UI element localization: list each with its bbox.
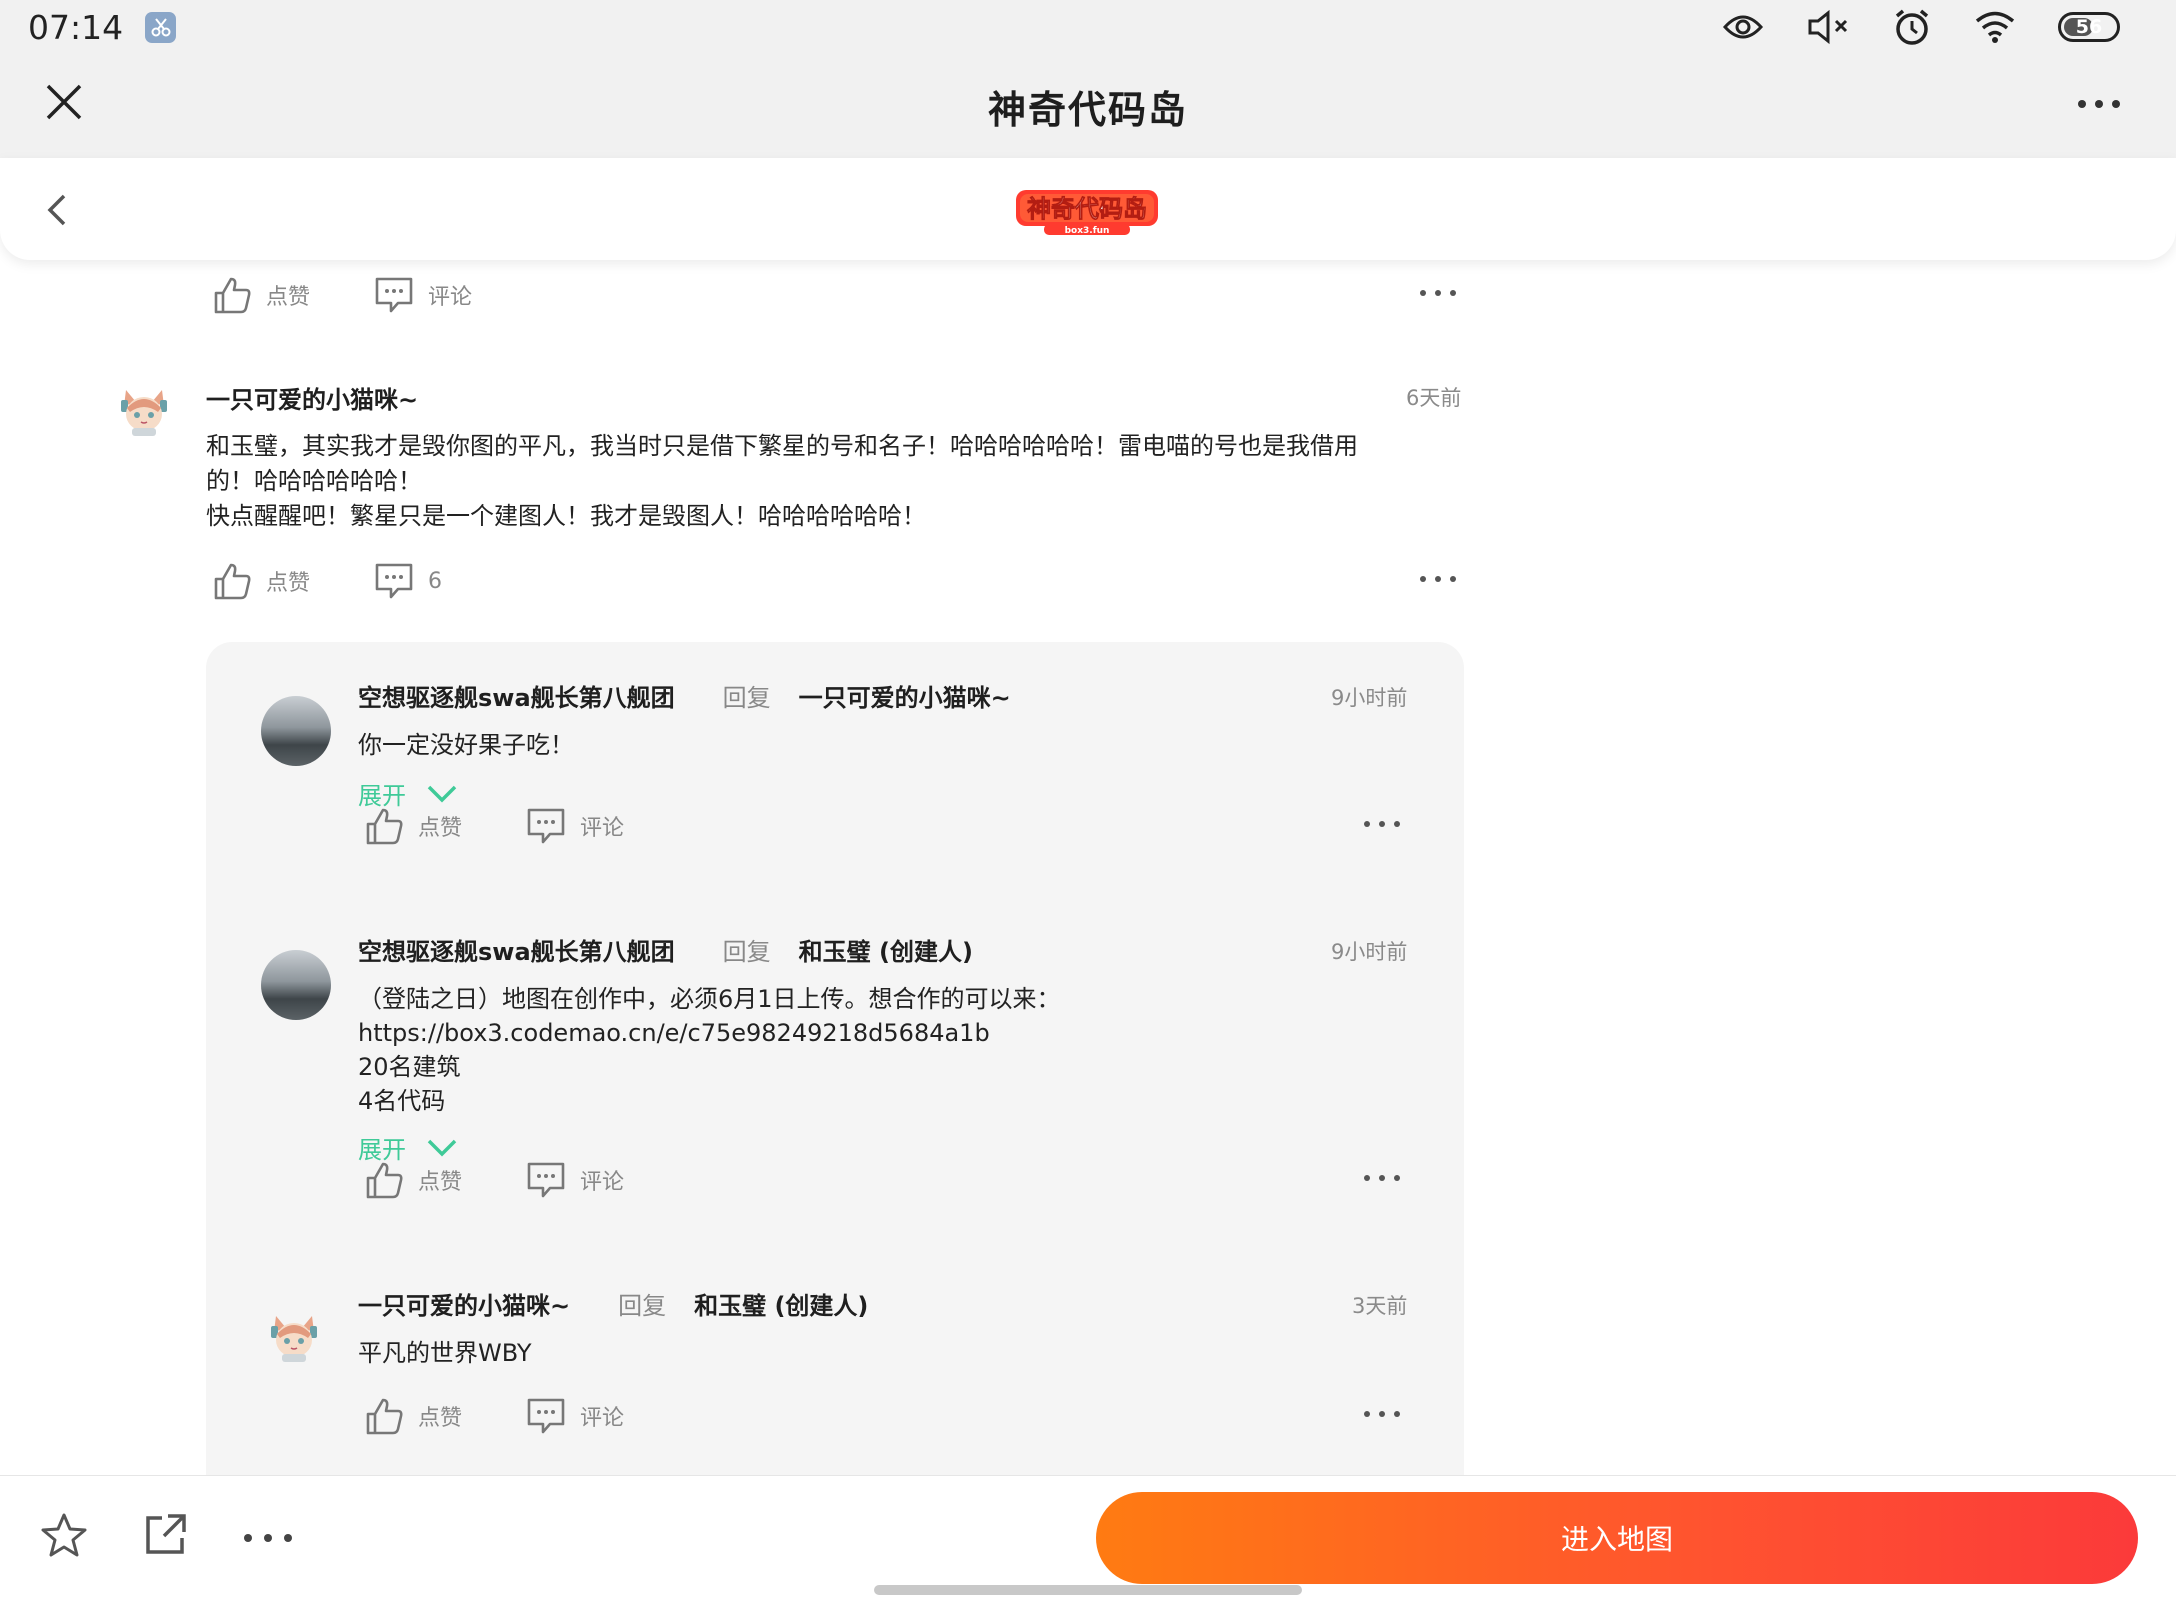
user-avatar[interactable]	[261, 696, 331, 766]
thumbs-up-icon	[366, 1162, 403, 1199]
reply-target[interactable]: 和玉璧 (创建人)	[799, 932, 973, 967]
reply-word: 回复	[722, 684, 771, 712]
comment-bubble-icon	[375, 277, 413, 313]
comment-text: 和玉璧，其实我才是毁你图的平凡，我当时只是借下繁星的号和名子！哈哈哈哈哈哈！雷电…	[206, 432, 1358, 530]
comment-bubble-icon	[375, 563, 413, 599]
box3-logo: 神奇代码岛 box3.fun	[1016, 190, 1158, 236]
reply-target[interactable]: 一只可爱的小猫咪~	[799, 678, 1011, 713]
status-time: 07:14	[28, 7, 124, 47]
like-button[interactable]: 点赞	[212, 561, 310, 601]
reply-time: 9小时前	[1331, 940, 1408, 964]
user-avatar[interactable]	[261, 950, 331, 1020]
like-label: 点赞	[418, 1406, 463, 1431]
like-label: 点赞	[266, 285, 311, 310]
reply-header: 空想驱逐舰swa舰长第八舰团 回复 一只可爱的小猫咪~	[358, 678, 1011, 713]
comment-time: 6天前	[1406, 386, 1462, 410]
reply-header: 空想驱逐舰swa舰长第八舰团 回复 和玉璧 (创建人)	[358, 932, 973, 967]
comment-label: 评论	[428, 285, 473, 310]
comment-label: 评论	[580, 1406, 625, 1431]
more-options-icon[interactable]	[1364, 821, 1400, 827]
chevron-down-icon	[427, 1139, 457, 1156]
star-icon[interactable]	[40, 1512, 88, 1558]
like-button[interactable]: 点赞	[364, 806, 462, 846]
reply-text: （登陆之日）地图在创作中，必须6月1日上传。想合作的可以来： https://b…	[358, 985, 1061, 1115]
more-options-icon[interactable]	[1420, 290, 1456, 296]
like-button[interactable]: 点赞	[364, 1160, 462, 1200]
reply-word: 回复	[722, 938, 771, 966]
comment-label: 评论	[580, 816, 625, 841]
more-options-icon[interactable]	[1364, 1175, 1400, 1181]
cat-avatar[interactable]	[268, 1310, 320, 1362]
wifi-icon	[1975, 11, 2015, 43]
like-label: 点赞	[266, 571, 311, 596]
thumbs-up-icon	[366, 1398, 403, 1435]
comment-author[interactable]: 一只可爱的小猫咪~	[206, 380, 418, 415]
nav-bar: 神奇代码岛 box3.fun	[0, 158, 2176, 260]
thumbs-up-icon	[214, 277, 251, 314]
like-label: 点赞	[418, 816, 463, 841]
bottom-bar: 进入地图	[0, 1475, 2176, 1600]
comment-feed[interactable]: 点赞 评论 一只可爱的小猫咪~ 6天前 和玉璧，其实我才是毁你图的平凡，我当时只…	[0, 260, 2176, 1475]
reply-panel: 空想驱逐舰swa舰长第八舰团 回复 一只可爱的小猫咪~ 9小时前 你一定没好果子…	[206, 642, 1464, 1475]
reply-actions: 点赞 评论	[364, 1160, 624, 1200]
chevron-down-icon	[427, 785, 457, 802]
thumbs-up-icon	[214, 563, 251, 600]
comment-button[interactable]: 评论	[526, 1397, 624, 1435]
more-menu-icon[interactable]	[244, 1534, 292, 1542]
reply-target[interactable]: 和玉璧 (创建人)	[694, 1286, 868, 1321]
battery-level: 56	[2075, 16, 2103, 38]
comment-button[interactable]: 评论	[374, 276, 472, 314]
back-arrow-icon[interactable]	[42, 190, 72, 230]
prev-comment-actions: 点赞 评论	[212, 275, 472, 315]
title-bar: 神奇代码岛	[0, 54, 2176, 158]
logo-subtext: box3.fun	[1065, 226, 1110, 236]
enter-map-button[interactable]: 进入地图	[1096, 1492, 2138, 1584]
comment-button[interactable]: 6	[374, 562, 442, 600]
comment-label: 评论	[580, 1170, 625, 1195]
reply-time: 3天前	[1352, 1294, 1408, 1318]
reply-actions: 点赞 评论	[364, 1396, 624, 1436]
reply-time: 9小时前	[1331, 686, 1408, 710]
cat-avatar[interactable]	[118, 384, 170, 436]
reply-actions: 点赞 评论	[364, 806, 624, 846]
close-icon[interactable]	[44, 82, 84, 122]
status-bar: 07:14 56	[0, 0, 2176, 54]
post-actions: 点赞 6	[212, 561, 442, 601]
reply-author[interactable]: 空想驱逐舰swa舰长第八舰团	[358, 932, 675, 967]
comment-bubble-icon	[527, 1398, 565, 1434]
comment-bubble-icon	[527, 1162, 565, 1198]
reply-header: 一只可爱的小猫咪~ 回复 和玉璧 (创建人)	[358, 1286, 868, 1321]
share-icon[interactable]	[142, 1512, 188, 1558]
scissors-icon	[145, 11, 177, 43]
page-title: 神奇代码岛	[987, 87, 1188, 132]
reply-text: 你一定没好果子吃！	[358, 731, 574, 759]
alarm-icon	[1895, 9, 1929, 45]
like-button[interactable]: 点赞	[364, 1396, 462, 1436]
more-menu-icon[interactable]	[2078, 100, 2120, 108]
like-button[interactable]: 点赞	[212, 275, 310, 315]
reply-text: 平凡的世界WBY	[358, 1339, 532, 1367]
battery-icon: 56	[2058, 12, 2120, 42]
home-indicator[interactable]	[874, 1585, 1302, 1595]
comment-count: 6	[428, 568, 443, 594]
reply-author[interactable]: 空想驱逐舰swa舰长第八舰团	[358, 678, 675, 713]
more-options-icon[interactable]	[1420, 576, 1456, 582]
more-options-icon[interactable]	[1364, 1411, 1400, 1417]
thumbs-up-icon	[366, 808, 403, 845]
reply-author[interactable]: 一只可爱的小猫咪~	[358, 1286, 570, 1321]
eye-icon	[1722, 15, 1764, 39]
comment-button[interactable]: 评论	[526, 807, 624, 845]
like-label: 点赞	[418, 1170, 463, 1195]
mute-icon	[1808, 9, 1848, 45]
comment-bubble-icon	[527, 808, 565, 844]
comment-button[interactable]: 评论	[526, 1161, 624, 1199]
reply-word: 回复	[618, 1292, 667, 1320]
logo-text: 神奇代码岛	[1027, 195, 1147, 223]
